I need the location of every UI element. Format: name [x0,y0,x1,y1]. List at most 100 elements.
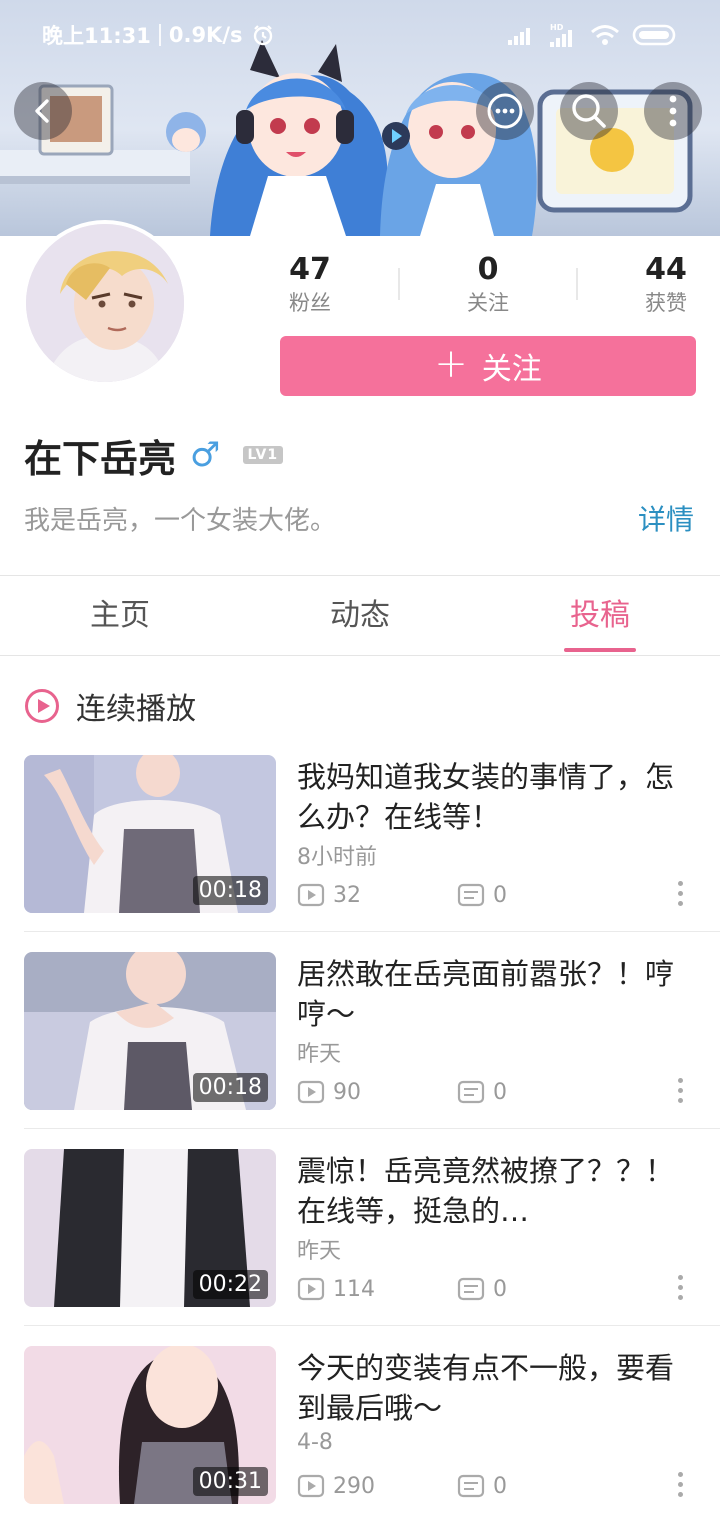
profile-name: 在下岳亮 [24,436,177,481]
follow-button-label: 关注 [481,352,542,387]
follow-button[interactable]: + 关注 [280,336,696,396]
profile-name-row: 在下岳亮 ♂ LV1 [24,428,284,482]
video-comments: 0 [457,883,507,908]
plus-icon: + [434,341,468,387]
comment-icon [457,1277,485,1301]
comment-icon [457,883,485,907]
stat-following[interactable]: 0 关注 [428,250,548,316]
video-views: 114 [297,1277,457,1302]
video-time: 昨天 [297,1042,342,1067]
signal-hd-icon: HD [550,23,572,47]
more-options-icon[interactable] [670,1464,690,1504]
video-item[interactable]: 00:22 震惊！岳亮竟然被撩了？？！在线等，挺急的… 昨天 114 0 [0,1149,720,1346]
video-time: 昨天 [297,1239,342,1264]
chat-bubble-icon [487,93,523,129]
profile-bio: 我是岳亮，一个女装大佬。 [24,506,337,536]
message-button[interactable] [476,82,534,140]
continuous-play-label: 连续播放 [76,692,196,727]
video-title[interactable]: 震惊！岳亮竟然被撩了？？！在线等，挺急的… [297,1151,687,1231]
play-circle-icon [25,689,59,723]
continuous-play-button[interactable]: 连续播放 [24,686,196,727]
video-meta: 114 0 [297,1273,507,1305]
more-options-icon[interactable] [670,1267,690,1307]
stat-likes-value: 44 [645,252,687,287]
level-badge: LV1 [242,446,284,464]
status-time: 晚上11:31 [42,24,151,48]
row-divider [24,1325,720,1326]
tabs-divider [0,655,720,656]
search-icon [572,94,606,128]
profile-stats: 47 粉丝 0 关注 44 获赞 [250,250,720,330]
more-vertical-icon [669,95,677,127]
video-time: 8小时前 [297,845,377,870]
more-options-icon[interactable] [670,873,690,913]
video-duration: 00:18 [192,876,268,905]
male-gender-icon: ♂ [190,435,221,475]
avatar-image [26,224,184,382]
stat-divider [398,268,400,300]
video-views: 290 [297,1474,457,1499]
video-duration: 00:18 [192,1073,268,1102]
active-tab-indicator [564,648,636,652]
video-comments-count: 0 [493,882,507,908]
stat-following-label: 关注 [467,291,509,315]
back-button[interactable] [14,82,72,140]
video-title[interactable]: 今天的变装有点不一般，要看到最后哦～ [297,1348,687,1428]
video-item[interactable]: 00:18 居然敢在岳亮面前嚣张？！哼哼～ 昨天 90 0 [0,952,720,1149]
more-options-icon[interactable] [670,1070,690,1110]
stat-following-value: 0 [477,252,499,287]
video-comments-count: 0 [493,1276,507,1302]
play-count-icon [297,1474,325,1498]
video-views-count: 114 [333,1276,375,1302]
tab-home[interactable]: 主页 [0,576,240,656]
video-duration: 00:31 [192,1467,268,1496]
battery-icon [632,24,676,46]
wifi-icon [591,25,619,45]
video-views: 32 [297,883,457,908]
signal-icon [508,28,530,45]
video-meta: 90 0 [297,1076,507,1108]
video-thumbnail[interactable]: 00:18 [24,755,276,913]
video-item[interactable]: 00:31 今天的变装有点不一般，要看到最后哦～ 4-8 290 0 [0,1346,720,1520]
video-title[interactable]: 我妈知道我女装的事情了，怎么办？在线等！ [297,757,687,837]
video-time: 4-8 [297,1430,333,1455]
video-comments-count: 0 [493,1473,507,1499]
video-item[interactable]: 00:18 我妈知道我女装的事情了，怎么办？在线等！ 8小时前 32 0 [0,755,720,952]
video-views-count: 32 [333,882,361,908]
video-views-count: 290 [333,1473,375,1499]
row-divider [24,1128,720,1129]
avatar-illustration [26,224,184,382]
video-thumbnail[interactable]: 00:22 [24,1149,276,1307]
comment-icon [457,1080,485,1104]
search-button[interactable] [560,82,618,140]
video-duration: 00:22 [192,1270,268,1299]
video-comments: 0 [457,1080,507,1105]
stat-fans-label: 粉丝 [289,291,331,315]
more-button[interactable] [644,82,702,140]
video-views: 90 [297,1080,457,1105]
video-comments-count: 0 [493,1079,507,1105]
status-bar: 晚上11:31 0.9K/s HD [0,0,720,70]
play-count-icon [297,1080,325,1104]
video-comments: 0 [457,1277,507,1302]
video-meta: 32 0 [297,879,507,911]
video-comments: 0 [457,1474,507,1499]
play-count-icon [297,1277,325,1301]
video-title[interactable]: 居然敢在岳亮面前嚣张？！哼哼～ [297,954,687,1034]
video-meta: 290 0 [297,1470,507,1502]
avatar[interactable] [22,220,188,386]
tab-activity[interactable]: 动态 [240,576,480,656]
alarm-icon [253,25,272,46]
video-thumbnail[interactable]: 00:18 [24,952,276,1110]
stat-divider [576,268,578,300]
stat-fans-value: 47 [289,252,331,287]
comment-icon [457,1474,485,1498]
stat-fans[interactable]: 47 粉丝 [250,250,370,316]
svg-text:HD: HD [550,23,564,32]
row-divider [24,931,720,932]
profile-banner: 晚上11:31 0.9K/s HD [0,0,720,236]
details-link[interactable]: 详情 [638,498,694,538]
stat-likes[interactable]: 44 获赞 [606,250,720,316]
video-thumbnail[interactable]: 00:31 [24,1346,276,1504]
tab-uploads[interactable]: 投稿 [480,576,720,656]
